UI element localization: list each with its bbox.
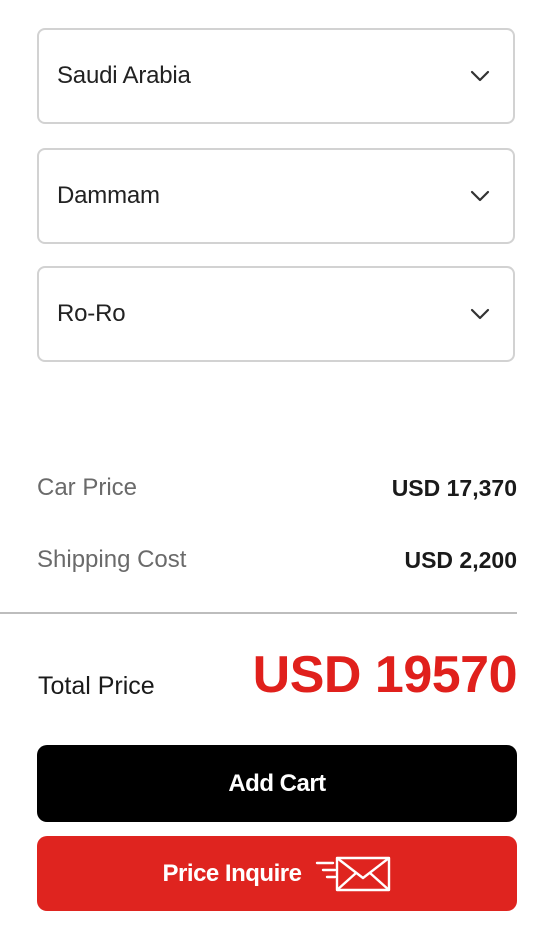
total-price-label: Total Price — [38, 672, 155, 700]
country-select-value: Saudi Arabia — [57, 62, 191, 89]
chevron-down-icon — [469, 185, 491, 207]
chevron-down-icon — [469, 65, 491, 87]
car-price-label: Car Price — [37, 474, 138, 501]
add-cart-button[interactable]: Add Cart — [37, 745, 517, 822]
port-select-value: Dammam — [57, 182, 160, 209]
total-price-value: USD 19570 — [252, 646, 518, 704]
shipping-cost-value: USD 2,200 — [404, 546, 517, 573]
country-select[interactable]: Saudi Arabia — [37, 28, 515, 124]
summary-divider — [0, 612, 517, 614]
price-inquire-button[interactable]: Price Inquire — [37, 836, 517, 911]
car-price-row: Car Price USD 17,370 — [37, 474, 517, 502]
port-select[interactable]: Dammam — [37, 148, 515, 244]
car-price-value: USD 17,370 — [391, 474, 517, 501]
chevron-down-icon — [469, 303, 491, 325]
shipping-cost-label: Shipping Cost — [37, 546, 187, 573]
price-inquire-label: Price Inquire — [162, 859, 302, 887]
add-cart-label: Add Cart — [228, 769, 326, 797]
shipping-method-select-value: Ro-Ro — [57, 300, 126, 327]
shipping-cost-row: Shipping Cost USD 2,200 — [37, 546, 517, 574]
shipping-method-select[interactable]: Ro-Ro — [37, 266, 515, 362]
mail-send-icon — [315, 855, 391, 893]
